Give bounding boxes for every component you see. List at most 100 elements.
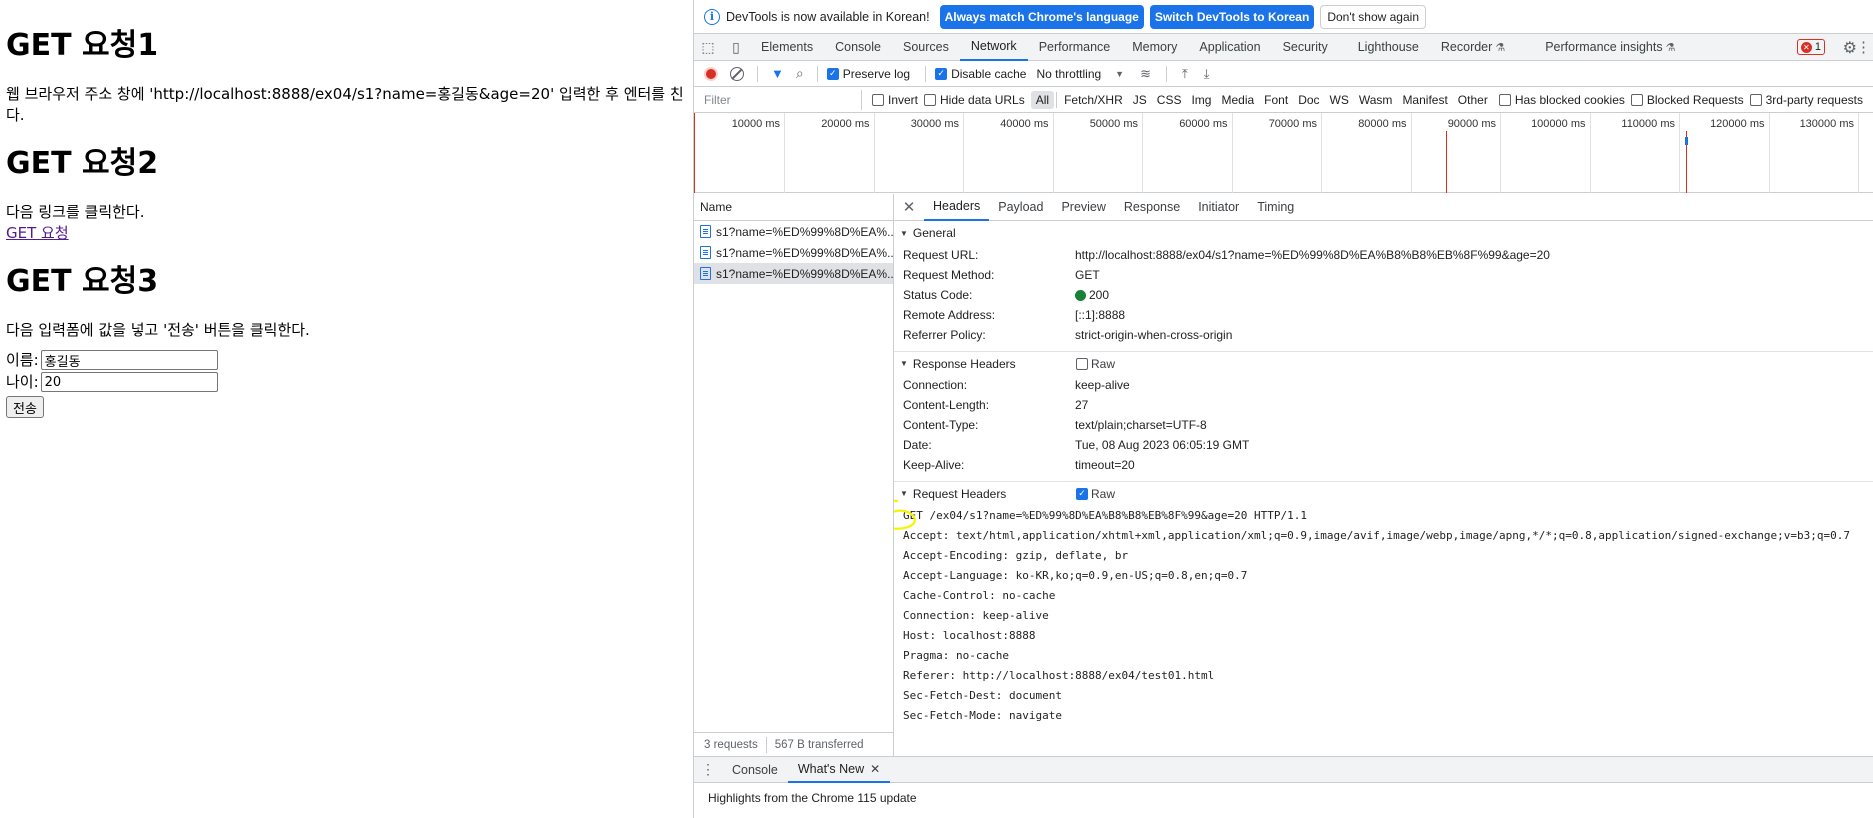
tab-security[interactable]: Security xyxy=(1272,34,1339,61)
export-har-icon[interactable]: ⤓ xyxy=(1204,66,1210,82)
tab-recorder[interactable]: Recorder ⚗ xyxy=(1430,34,1516,61)
hide-data-urls-checkbox[interactable]: Hide data URLs xyxy=(924,93,1025,107)
timeline-tick-label: 90000 ms xyxy=(1447,118,1496,130)
network-overview-timeline[interactable]: 10000 ms 20000 ms 30000 ms 40000 ms 50000 ms… xyxy=(694,113,1873,193)
type-filter-doc[interactable]: Doc xyxy=(1293,91,1324,109)
has-blocked-cookies-checkbox[interactable]: Has blocked cookies xyxy=(1498,93,1625,107)
timeline-tick-label: 10000 ms xyxy=(731,118,780,130)
tab-network[interactable]: Network xyxy=(959,34,1028,61)
dont-show-again-button[interactable]: Don't show again xyxy=(1320,4,1426,29)
tab-application[interactable]: Application xyxy=(1188,34,1271,61)
disable-cache-checkbox[interactable]: ✓ Disable cache xyxy=(935,67,1026,81)
third-party-checkbox[interactable]: 3rd-party requests xyxy=(1749,93,1863,107)
name-input[interactable] xyxy=(40,350,218,370)
general-row: Status Code: 200 xyxy=(894,285,1873,305)
drawer-tab-whats-new[interactable]: What's New ✕ xyxy=(787,757,891,783)
search-icon[interactable]: ⌕ xyxy=(796,65,804,82)
drawer-menu-icon[interactable]: ⋮ xyxy=(694,761,722,778)
blocked-requests-checkbox[interactable]: Blocked Requests xyxy=(1630,93,1744,107)
type-filter-fetch-xhr[interactable]: Fetch/XHR xyxy=(1059,91,1128,109)
dom-content-loaded-marker xyxy=(694,113,695,193)
timeline-tick-label: 70000 ms xyxy=(1268,118,1317,130)
gear-icon[interactable]: ⚙ xyxy=(1843,38,1857,58)
tab-performance-insights[interactable]: Performance insights ⚗ xyxy=(1534,34,1686,61)
response-headers-section-header[interactable]: ▼ Response Headers Raw xyxy=(894,351,1873,375)
switch-to-korean-button[interactable]: Switch DevTools to Korean xyxy=(1149,4,1315,29)
import-har-icon[interactable]: ⤒ xyxy=(1182,66,1188,82)
tab-lighthouse[interactable]: Lighthouse xyxy=(1347,34,1430,61)
type-filter-other[interactable]: Other xyxy=(1453,91,1493,109)
divider xyxy=(925,65,927,82)
preserve-log-label: Preserve log xyxy=(842,66,911,81)
more-options-icon[interactable]: ⋮ xyxy=(1856,38,1871,56)
inspect-element-icon[interactable]: ⬚ xyxy=(694,39,722,56)
main-tab-bar: ⬚ ▯ Elements Console Sources Network Per… xyxy=(694,34,1873,61)
filter-input[interactable]: Filter xyxy=(700,89,862,110)
type-filter-font[interactable]: Font xyxy=(1259,91,1293,109)
tab-sources[interactable]: Sources xyxy=(892,34,960,61)
request-summary: 3 requests 567 B transferred xyxy=(694,732,893,756)
response-header-row: Connection: keep-alive xyxy=(894,375,1873,395)
raw-header-line: Sec-Fetch-Mode: navigate xyxy=(903,708,1062,722)
request-raw-checkbox[interactable]: ✓ Raw xyxy=(1076,487,1115,501)
request-count: 3 requests xyxy=(704,738,758,751)
type-filter-ws[interactable]: WS xyxy=(1325,91,1354,109)
tab-headers[interactable]: Headers xyxy=(924,194,990,221)
header-key: Content-Type: xyxy=(903,418,979,432)
timeline-gridline xyxy=(963,113,964,193)
name-column-header[interactable]: Name xyxy=(694,194,893,221)
network-conditions-icon[interactable]: ≋ xyxy=(1140,66,1151,82)
clear-icon[interactable] xyxy=(730,66,744,81)
type-filter-css[interactable]: CSS xyxy=(1152,91,1187,109)
divider xyxy=(1166,65,1167,82)
timeline-tick-label: 80000 ms xyxy=(1358,118,1407,130)
age-input[interactable] xyxy=(40,372,218,392)
general-row: Request URL: http://localhost:8888/ex04/s… xyxy=(894,245,1873,265)
throttling-select[interactable]: No throttling ▼ xyxy=(1036,67,1124,81)
tab-performance[interactable]: Performance xyxy=(1028,34,1122,61)
tab-elements[interactable]: Elements xyxy=(750,34,824,61)
device-toolbar-icon[interactable]: ▯ xyxy=(722,39,750,56)
request-row[interactable]: s1?name=%ED%99%8D%EA%... xyxy=(694,242,893,263)
response-header-row: Date: Tue, 08 Aug 2023 06:05:19 GMT xyxy=(894,435,1873,455)
request-headers-section-header[interactable]: ▼ Request Headers ✓ Raw xyxy=(894,481,1873,505)
submit-button[interactable]: 전송 xyxy=(6,396,44,418)
type-filter-img[interactable]: Img xyxy=(1186,91,1216,109)
record-icon[interactable] xyxy=(704,66,718,81)
close-icon[interactable]: ✕ xyxy=(894,198,924,216)
tab-initiator[interactable]: Initiator xyxy=(1189,194,1248,221)
error-count-badge[interactable]: ✕ 1 xyxy=(1796,39,1825,55)
type-filter-js[interactable]: JS xyxy=(1128,91,1152,109)
raw-header-line: Sec-Fetch-Dest: document xyxy=(903,688,1062,702)
whats-new-text: Highlights from the Chrome 115 update xyxy=(708,791,917,805)
tab-console[interactable]: Console xyxy=(824,34,892,61)
raw-label: Raw xyxy=(1091,356,1116,371)
tab-response[interactable]: Response xyxy=(1115,194,1189,221)
request-row-selected[interactable]: s1?name=%ED%99%8D%EA%... xyxy=(694,263,893,284)
filter-icon[interactable]: ▼ xyxy=(771,66,784,81)
general-row: Request Method: GET xyxy=(894,265,1873,285)
timeline-tick-label: 130000 ms xyxy=(1799,118,1854,130)
devtools-panel: i DevTools is now available in Korean! A… xyxy=(693,0,1873,818)
tab-payload[interactable]: Payload xyxy=(989,194,1052,221)
get-request-link[interactable]: GET 요청 xyxy=(6,224,69,242)
type-filter-manifest[interactable]: Manifest xyxy=(1397,91,1452,109)
type-filter-all[interactable]: All xyxy=(1030,90,1055,109)
tab-preview[interactable]: Preview xyxy=(1052,194,1114,221)
raw-header-line: Accept-Encoding: gzip, deflate, br xyxy=(903,548,1129,562)
response-headers-title: Response Headers xyxy=(912,356,1016,371)
drawer-tab-console[interactable]: Console xyxy=(722,757,788,783)
tab-timing[interactable]: Timing xyxy=(1248,194,1303,221)
request-row[interactable]: s1?name=%ED%99%8D%EA%... xyxy=(694,221,893,242)
response-raw-checkbox[interactable]: Raw xyxy=(1076,357,1115,371)
tab-memory[interactable]: Memory xyxy=(1121,34,1188,61)
close-icon[interactable]: ✕ xyxy=(870,762,880,776)
type-filter-media[interactable]: Media xyxy=(1216,91,1259,109)
timeline-tick-label: 120000 ms xyxy=(1710,118,1765,130)
preserve-log-checkbox[interactable]: ✓ Preserve log xyxy=(826,66,911,81)
general-section-header[interactable]: ▼ General xyxy=(894,221,1873,245)
invert-checkbox[interactable]: Invert xyxy=(872,93,918,107)
throttling-value: No throttling xyxy=(1036,66,1102,81)
always-match-language-button[interactable]: Always match Chrome's language xyxy=(939,4,1144,29)
type-filter-wasm[interactable]: Wasm xyxy=(1354,91,1398,109)
